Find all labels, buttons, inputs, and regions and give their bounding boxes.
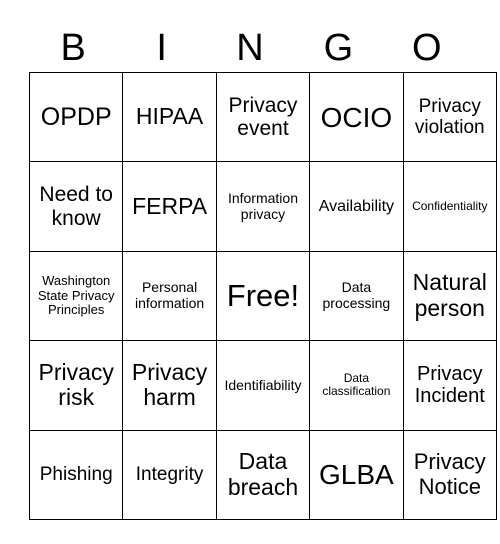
grid-row: Privacy risk Privacy harm Identifiability D…: [28, 340, 497, 431]
bingo-cell[interactable]: HIPAA: [122, 71, 217, 163]
bingo-cell[interactable]: Availability: [309, 161, 404, 252]
bingo-cell[interactable]: Privacy violation: [402, 71, 497, 163]
bingo-cell[interactable]: Confidentiality: [402, 161, 497, 252]
bingo-cell[interactable]: Information privacy: [215, 161, 311, 252]
header-letter: O: [412, 27, 442, 69]
bingo-grid: OPDP HIPAA Privacy event OCIO Privacy violat…: [28, 71, 497, 520]
bingo-cell[interactable]: Privacy Incident: [402, 340, 497, 431]
bingo-cell[interactable]: OCIO: [309, 71, 404, 163]
bingo-cell[interactable]: Data breach: [215, 429, 311, 520]
bingo-cell[interactable]: Data processing: [309, 250, 404, 342]
bingo-cell[interactable]: Integrity: [122, 429, 217, 520]
header-letter: G: [323, 27, 354, 69]
bingo-cell[interactable]: Need to know: [28, 161, 124, 252]
bingo-cell[interactable]: GLBA: [309, 429, 404, 520]
grid-row: Phishing Integrity Data breach GLBA Privacy …: [28, 429, 497, 520]
bingo-cell[interactable]: Natural person: [402, 250, 497, 342]
bingo-cell[interactable]: Data classification: [309, 340, 404, 431]
bingo-cell[interactable]: Privacy harm: [122, 340, 217, 431]
bingo-cell[interactable]: Identifiability: [215, 340, 311, 431]
free-cell[interactable]: Free!: [215, 250, 311, 342]
bingo-cell[interactable]: Phishing: [28, 429, 124, 520]
bingo-header: B I N G O: [29, 24, 471, 72]
grid-row: OPDP HIPAA Privacy event OCIO Privacy violat…: [28, 71, 497, 163]
header-letter: I: [156, 27, 167, 69]
bingo-cell[interactable]: Privacy Notice: [402, 429, 497, 520]
bingo-cell[interactable]: Personal information: [122, 250, 217, 342]
grid-row: Need to know FERPA Information privacy Avai…: [28, 161, 497, 252]
bingo-cell[interactable]: OPDP: [28, 71, 124, 163]
header-letter: B: [60, 27, 86, 69]
bingo-cell[interactable]: Washington State Privacy Principles: [28, 250, 124, 342]
grid-row: Washington State Privacy Principles Perso…: [28, 250, 497, 342]
bingo-cell[interactable]: Privacy event: [215, 71, 311, 163]
header-letter: N: [236, 27, 264, 69]
bingo-cell[interactable]: FERPA: [122, 161, 217, 252]
bingo-cell[interactable]: Privacy risk: [28, 340, 124, 431]
